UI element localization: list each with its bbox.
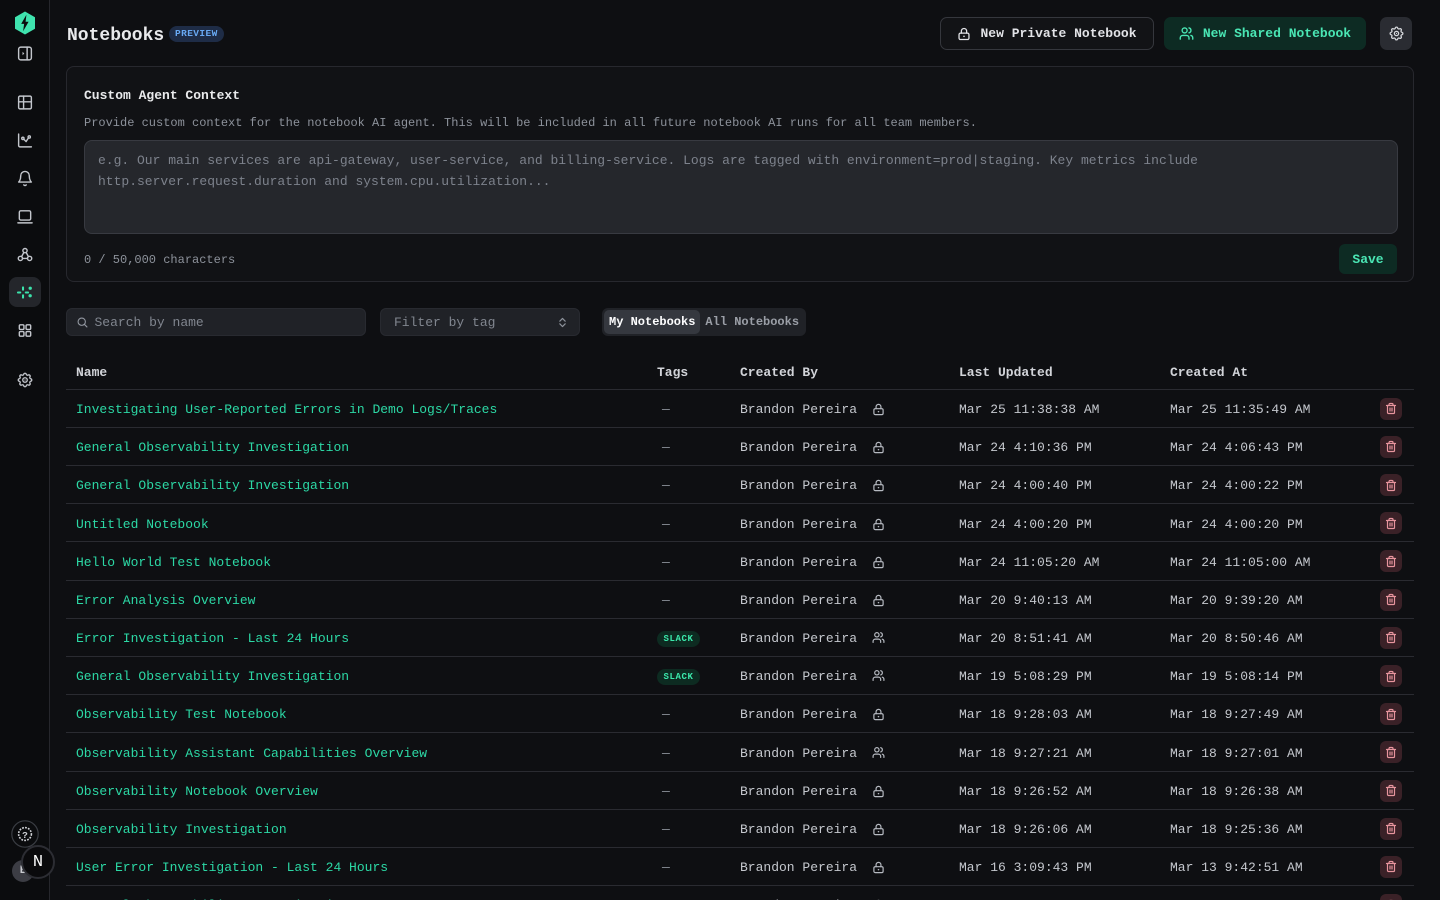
svg-text:?: ? (22, 830, 28, 841)
